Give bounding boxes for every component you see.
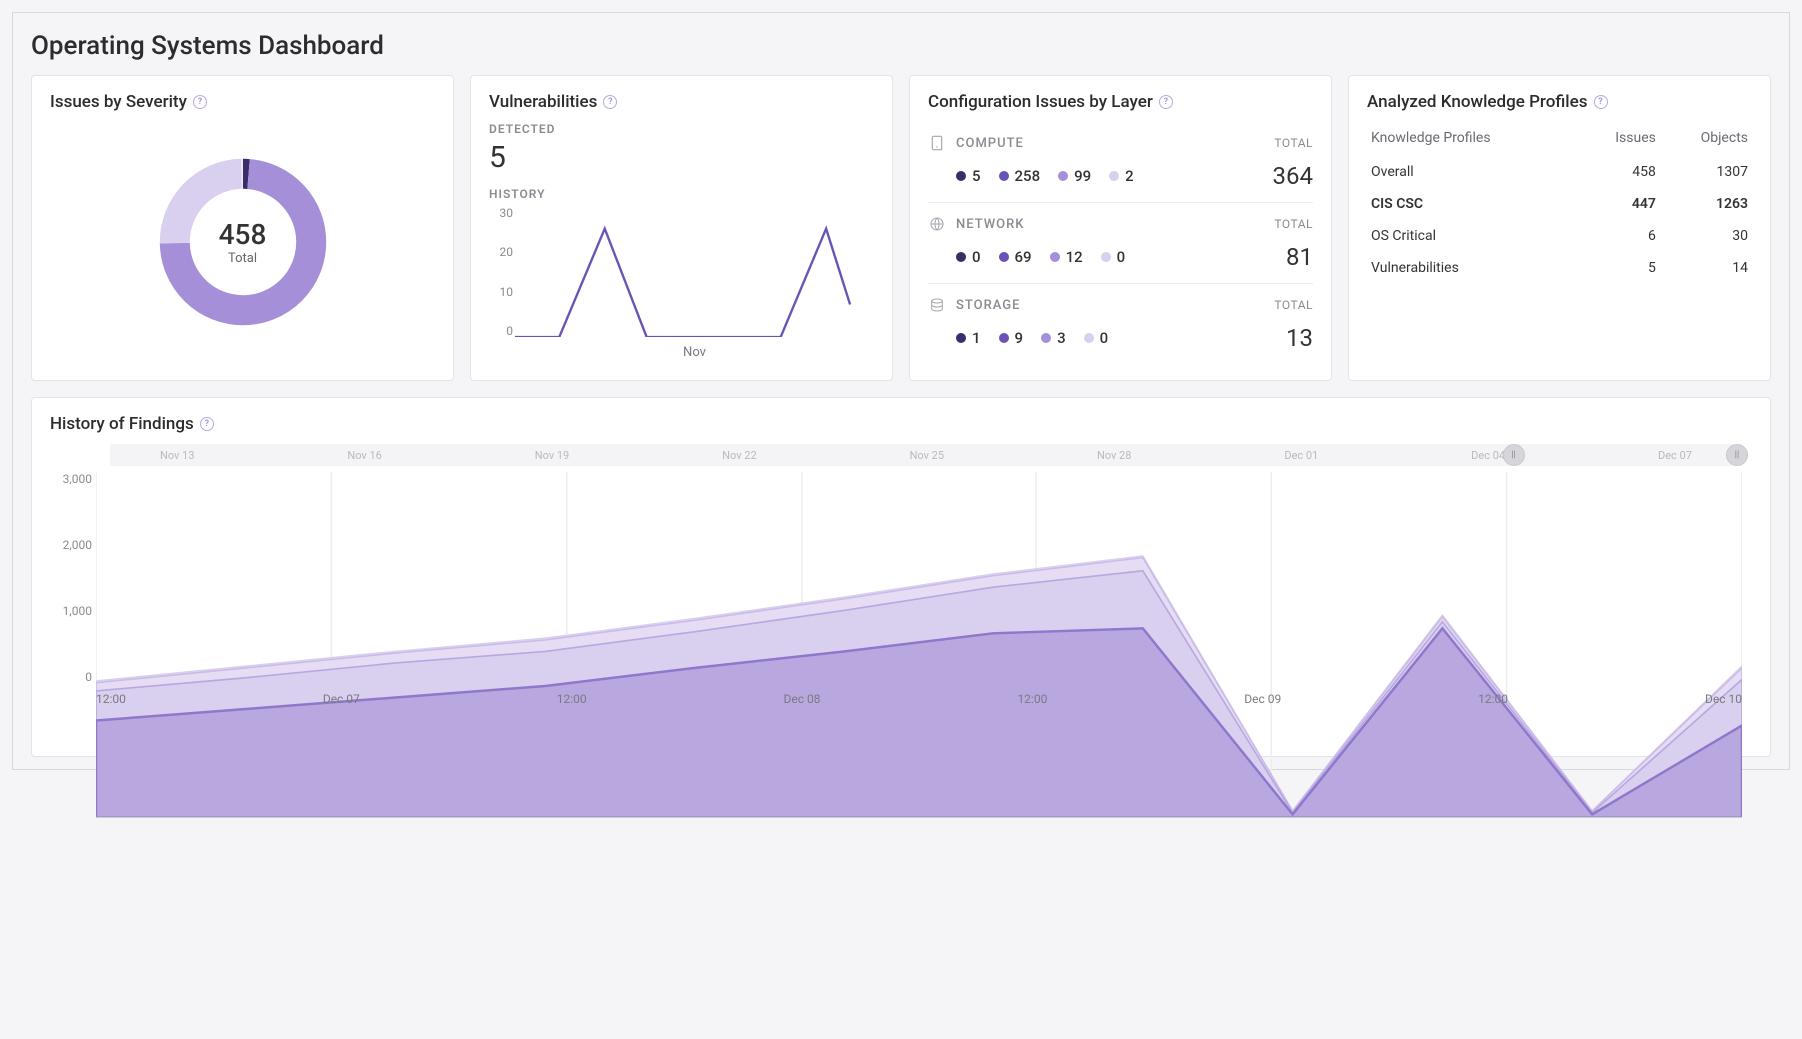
card-title: Analyzed Knowledge Profiles ?: [1367, 92, 1752, 112]
help-icon[interactable]: ?: [603, 95, 617, 109]
total-label: TOTAL: [1274, 136, 1313, 150]
sev-major: 9: [999, 329, 1024, 347]
kp-row[interactable]: Overall 458 1307: [1367, 156, 1752, 188]
sev-critical: 1: [956, 329, 981, 347]
col-name: Knowledge Profiles: [1367, 122, 1579, 156]
card-title: Vulnerabilities ?: [489, 92, 874, 112]
kp-table: Knowledge Profiles Issues Objects Overal…: [1367, 122, 1752, 284]
sev-major: 69: [999, 248, 1032, 266]
layer-total: 81: [1263, 243, 1313, 271]
history-chart[interactable]: Nov 13 Nov 16 Nov 19 Nov 22 Nov 25 Nov 2…: [50, 444, 1752, 724]
col-issues: Issues: [1579, 122, 1660, 156]
card-history-of-findings: History of Findings ? Nov 13 Nov 16 Nov …: [31, 397, 1771, 757]
page-title: Operating Systems Dashboard: [31, 31, 1771, 61]
layer-total: 364: [1263, 162, 1313, 190]
sev-medium: 3: [1041, 329, 1066, 347]
kp-row[interactable]: OS Critical 6 30: [1367, 220, 1752, 252]
help-icon[interactable]: ?: [193, 95, 207, 109]
time-range-scrubber[interactable]: Nov 13 Nov 16 Nov 19 Nov 22 Nov 25 Nov 2…: [110, 444, 1742, 466]
layer-name: COMPUTE: [956, 136, 1264, 151]
donut-chart[interactable]: 458 Total: [50, 122, 435, 362]
card-title-text: Analyzed Knowledge Profiles: [1367, 92, 1588, 112]
scrub-handle-right[interactable]: ||: [1726, 444, 1748, 466]
total-label: TOTAL: [1274, 298, 1313, 312]
scrub-handle-left[interactable]: ||: [1503, 444, 1525, 466]
card-title-text: History of Findings: [50, 414, 194, 434]
layer-row-storage: STORAGE TOTAL 1 9 3 0 13: [928, 284, 1313, 364]
card-config-issues: Configuration Issues by Layer ? COMPUTE …: [909, 75, 1332, 381]
donut-total-label: Total: [228, 251, 257, 266]
donut-total: 458: [219, 218, 267, 251]
sev-low: 0: [1084, 329, 1109, 347]
history-sparkline[interactable]: 30 20 10 0 Nov: [489, 207, 874, 357]
card-issues-by-severity: Issues by Severity ?: [31, 75, 454, 381]
help-icon[interactable]: ?: [1159, 95, 1173, 109]
card-title-text: Configuration Issues by Layer: [928, 92, 1153, 112]
dashboard-container: Operating Systems Dashboard Issues by Se…: [12, 12, 1790, 770]
help-icon[interactable]: ?: [200, 417, 214, 431]
card-title: History of Findings ?: [50, 414, 1752, 434]
sev-low: 2: [1109, 167, 1134, 185]
spark-x-label: Nov: [515, 345, 874, 360]
layer-name: STORAGE: [956, 298, 1264, 313]
detected-label: DETECTED: [489, 122, 874, 136]
detected-value: 5: [489, 140, 874, 175]
hof-x-axis: 12:00 Dec 07 12:00 Dec 08 12:00 Dec 09 1…: [96, 692, 1742, 706]
card-vulnerabilities: Vulnerabilities ? DETECTED 5 HISTORY 30 …: [470, 75, 893, 381]
layer-row-compute: COMPUTE TOTAL 5 258 99 2 364: [928, 122, 1313, 203]
compute-icon: [928, 134, 946, 152]
sev-major: 258: [999, 167, 1041, 185]
donut-center: 458 Total: [153, 152, 333, 332]
layer-row-network: NETWORK TOTAL 0 69 12 0 81: [928, 203, 1313, 284]
total-label: TOTAL: [1274, 217, 1313, 231]
sev-critical: 5: [956, 167, 981, 185]
card-title-text: Vulnerabilities: [489, 92, 597, 112]
spark-y-axis: 30 20 10 0: [489, 207, 513, 337]
kp-row[interactable]: CIS CSC 447 1263: [1367, 188, 1752, 220]
kp-row[interactable]: Vulnerabilities 5 14: [1367, 252, 1752, 284]
sev-medium: 12: [1050, 248, 1083, 266]
card-knowledge-profiles: Analyzed Knowledge Profiles ? Knowledge …: [1348, 75, 1771, 381]
card-title: Issues by Severity ?: [50, 92, 435, 112]
scrub-labels: Nov 13 Nov 16 Nov 19 Nov 22 Nov 25 Nov 2…: [110, 444, 1742, 466]
card-title-text: Issues by Severity: [50, 92, 187, 112]
col-objects: Objects: [1660, 122, 1752, 156]
hof-area-chart: [96, 472, 1742, 818]
history-label: HISTORY: [489, 187, 874, 201]
card-title: Configuration Issues by Layer ?: [928, 92, 1313, 112]
sev-critical: 0: [956, 248, 981, 266]
hof-y-axis: 3,000 2,000 1,000 0: [50, 472, 92, 684]
sev-medium: 99: [1058, 167, 1091, 185]
storage-icon: [928, 296, 946, 314]
network-icon: [928, 215, 946, 233]
sev-low: 0: [1101, 248, 1126, 266]
layer-name: NETWORK: [956, 217, 1264, 232]
top-row: Issues by Severity ?: [31, 75, 1771, 381]
layer-total: 13: [1263, 324, 1313, 352]
help-icon[interactable]: ?: [1594, 95, 1608, 109]
